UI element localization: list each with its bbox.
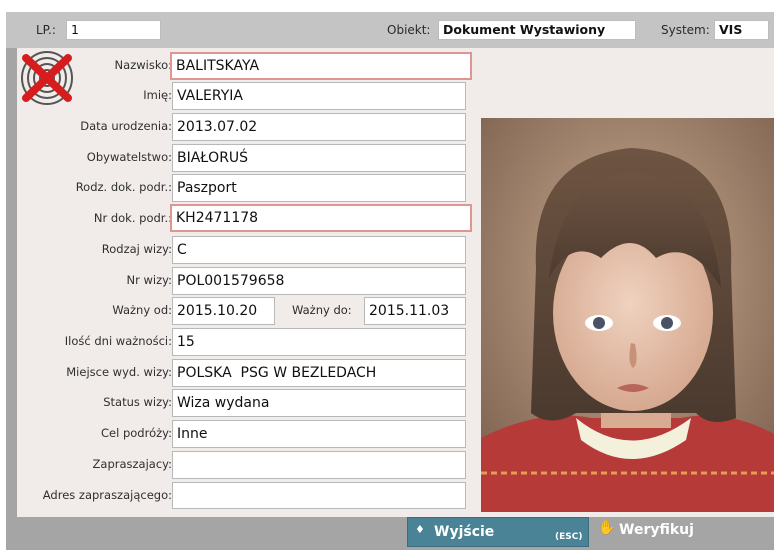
fingerprint-crossed-icon (17, 48, 77, 108)
wazny-od-field[interactable]: 2015.10.20 (172, 297, 275, 325)
wazny-do-field[interactable]: 2015.11.03 (364, 297, 466, 325)
wazny-do-label: Ważny do: (292, 303, 352, 317)
rodz-dok-label: Rodz. dok. podr.: (75, 180, 172, 194)
nr-wizy-field[interactable]: POL001579658 (172, 267, 466, 295)
miejsce-wyd-field[interactable]: POLSKA PSG W BEZLEDACH (172, 359, 466, 387)
zapraszajacy-label: Zapraszajacy: (92, 457, 172, 471)
nazwisko-field[interactable]: BALITSKAYA (170, 52, 472, 80)
form-panel: Nazwisko: BALITSKAYA Imię: VALERYIA Data… (17, 48, 774, 517)
exit-button[interactable]: ♦ Wyjście (ESC) (407, 517, 589, 547)
system-field: VIS (714, 20, 769, 40)
data-urodzenia-label: Data urodzenia: (80, 119, 172, 133)
status-wizy-field[interactable]: Wiza wydana (172, 389, 466, 417)
nr-wizy-label: Nr wizy: (126, 273, 172, 287)
obiekt-label: Obiekt: (387, 23, 431, 37)
rodzaj-wizy-label: Rodzaj wizy: (101, 242, 172, 256)
obywatelstwo-field[interactable]: BIAŁORUŚ (172, 144, 466, 172)
adres-zapraszajacego-label: Adres zapraszającego: (42, 488, 172, 502)
system-label: System: (661, 23, 710, 37)
nr-dok-field[interactable]: KH2471178 (170, 204, 472, 232)
nr-dok-label: Nr dok. podr.: (93, 211, 172, 225)
exit-icon: ♦ (415, 523, 425, 536)
zapraszajacy-field[interactable] (172, 451, 466, 479)
lp-field: 1 (66, 20, 161, 40)
verify-label: Weryfikuj (619, 522, 694, 538)
hand-icon: ✋ (598, 520, 616, 536)
footer-bar: ♦ Wyjście (ESC) ✋ Weryfikuj (6, 517, 774, 550)
ilosc-dni-label: Ilość dni ważności: (64, 334, 172, 348)
imie-label: Imię: (143, 88, 172, 102)
nazwisko-label: Nazwisko: (114, 58, 172, 72)
status-wizy-label: Status wizy: (103, 395, 172, 409)
rodzaj-wizy-field[interactable]: C (172, 236, 466, 264)
cel-podrozy-field[interactable]: Inne (172, 420, 466, 448)
obiekt-field: Dokument Wystawiony (438, 20, 636, 40)
adres-zapraszajacego-field[interactable] (172, 482, 466, 509)
portrait-photo (481, 118, 774, 512)
wazny-od-label: Ważny od: (112, 303, 172, 317)
header-bar: LP.: 1 Obiekt: Dokument Wystawiony Syste… (6, 12, 774, 48)
exit-hint: (ESC) (555, 532, 583, 542)
miejsce-wyd-label: Miejsce wyd. wizy: (66, 365, 172, 379)
ilosc-dni-field[interactable]: 15 (172, 328, 466, 356)
obywatelstwo-label: Obywatelstwo: (86, 150, 172, 164)
cel-podrozy-label: Cel podróży: (101, 426, 172, 440)
app-window: LP.: 1 Obiekt: Dokument Wystawiony Syste… (6, 12, 774, 550)
data-urodzenia-field[interactable]: 2013.07.02 (172, 113, 466, 141)
verify-button[interactable]: ✋ Weryfikuj (594, 517, 704, 547)
rodz-dok-field[interactable]: Paszport (172, 174, 466, 202)
lp-label: LP.: (36, 23, 56, 37)
exit-label: Wyjście (434, 524, 495, 540)
imie-field[interactable]: VALERYIA (172, 82, 466, 110)
